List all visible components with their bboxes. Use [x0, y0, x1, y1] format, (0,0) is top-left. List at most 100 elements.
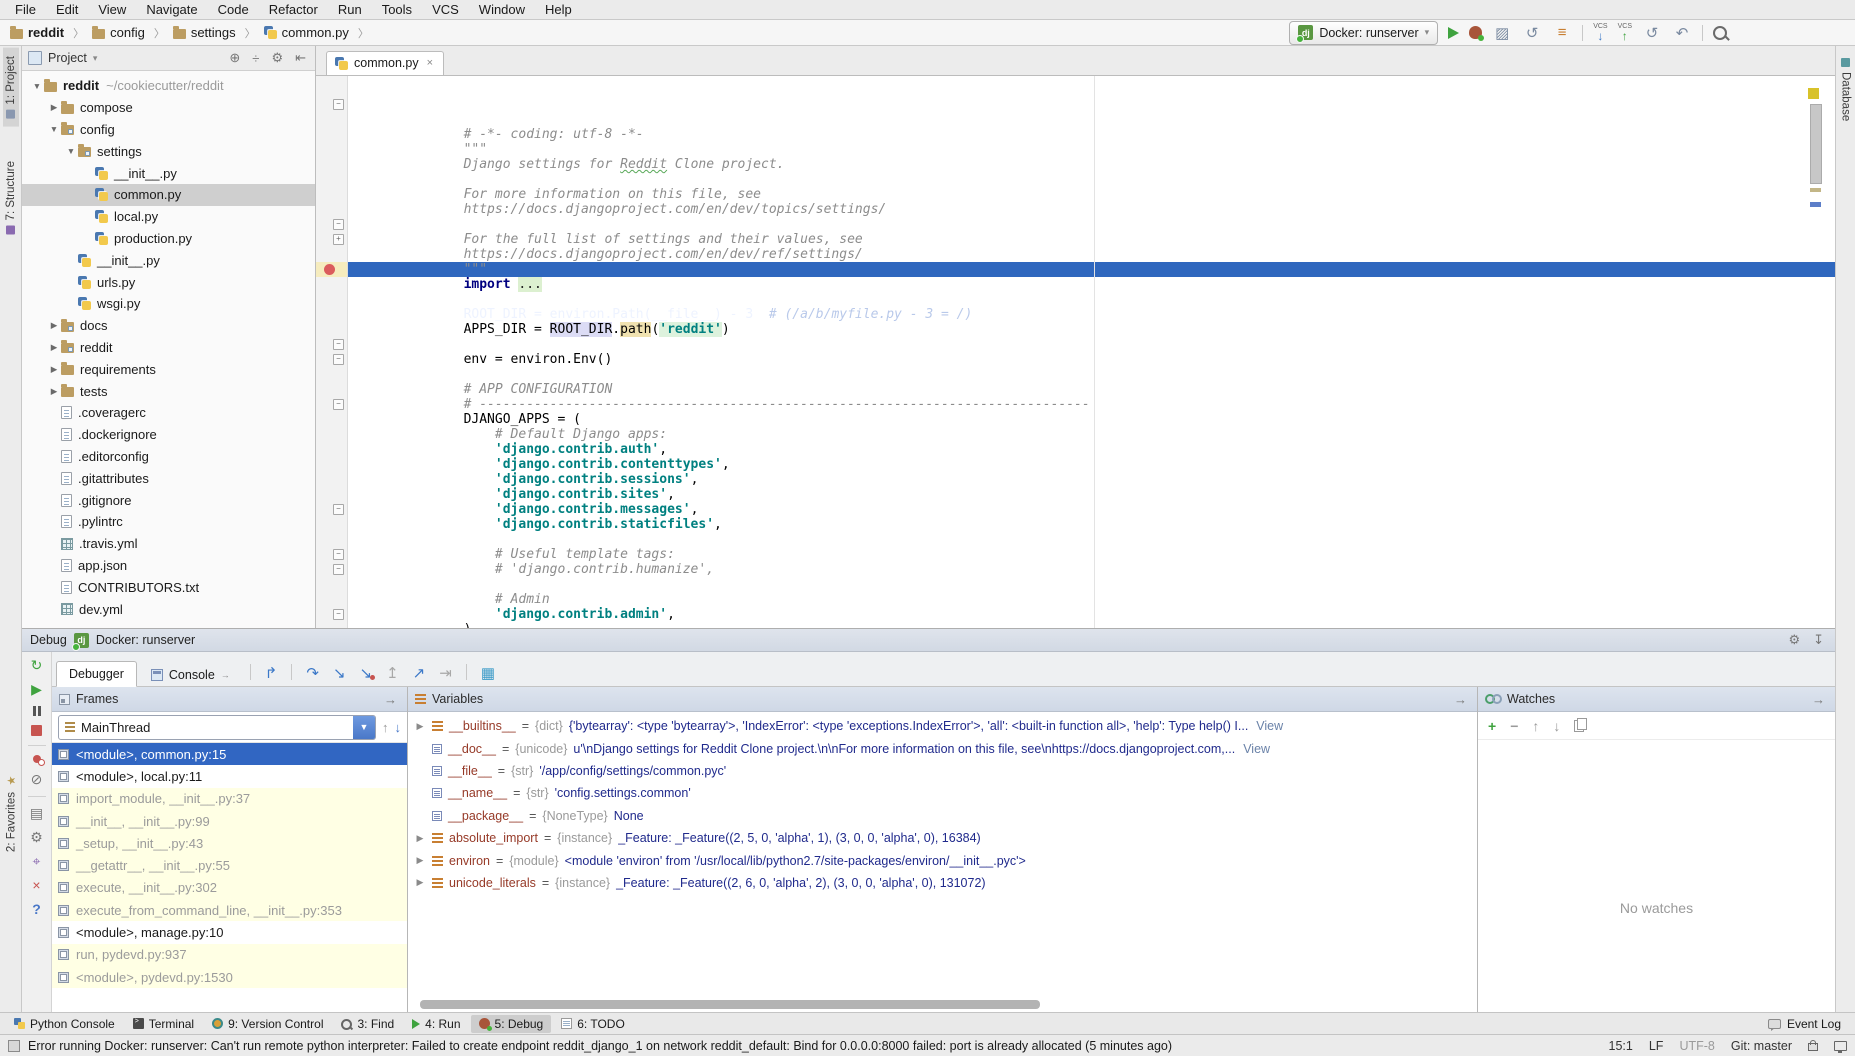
tree-expand-icon[interactable]: ▶	[47, 364, 61, 375]
variable-row[interactable]: ▶ absolute_import = {instance} _Feature:…	[408, 827, 1477, 849]
gutter-row[interactable]	[316, 187, 347, 202]
gutter-row[interactable]	[316, 277, 347, 292]
move-watch-down-button[interactable]: ↓	[1553, 718, 1560, 734]
status-message[interactable]: Error running Docker: runserver: Can't r…	[28, 1039, 1172, 1053]
tree-expand-icon[interactable]: ▼	[64, 146, 78, 156]
breadcrumb-item[interactable]: common.py 〉	[262, 24, 371, 42]
file-encoding[interactable]: UTF-8	[1679, 1039, 1714, 1053]
menu-item[interactable]: Tools	[373, 1, 421, 18]
gutter-row[interactable]	[316, 547, 347, 562]
gutter-row[interactable]	[316, 562, 347, 577]
menu-item[interactable]: Edit	[47, 1, 87, 18]
line-ending-selector[interactable]: LF	[1649, 1039, 1664, 1053]
git-branch-selector[interactable]: Git: master	[1731, 1039, 1792, 1053]
stack-frame-row[interactable]: <module>, manage.py:10	[52, 921, 407, 943]
sidebar-tab-favorites[interactable]: 2: Favorites★	[3, 766, 20, 860]
next-frame-button[interactable]: ↓	[395, 720, 402, 735]
panel-options-icon[interactable]: →	[1451, 692, 1470, 707]
hide-panel-button[interactable]: ⇤	[292, 50, 309, 66]
pin-tab-button[interactable]: ⌖	[33, 854, 41, 869]
view-value-link[interactable]: View	[1243, 742, 1270, 756]
remove-watch-button[interactable]: −	[1510, 718, 1518, 734]
gutter-row[interactable]	[316, 202, 347, 217]
local-history-button[interactable]: ↺	[1642, 24, 1662, 42]
gutter-row[interactable]	[316, 607, 347, 622]
project-tree-item[interactable]: common.py	[22, 184, 315, 206]
expand-arrow-icon[interactable]: ▶	[414, 833, 426, 844]
editor-scrollbar[interactable]	[1810, 104, 1822, 184]
menu-item[interactable]: File	[6, 1, 45, 18]
gutter-row[interactable]	[316, 307, 347, 322]
tree-expand-icon[interactable]: ▶	[47, 102, 61, 113]
view-breakpoints-button[interactable]	[33, 755, 41, 763]
tool-window-button[interactable]: 5: Debug	[471, 1015, 552, 1033]
gutter-row[interactable]	[316, 112, 347, 127]
tree-expand-icon[interactable]: ▶	[47, 342, 61, 353]
project-tree-item[interactable]: .dockerignore	[22, 424, 315, 446]
stack-frame-row[interactable]: __getattr__, __init__.py:55	[52, 854, 407, 876]
gutter-row[interactable]	[316, 82, 347, 97]
chevron-down-icon[interactable]: ▾	[93, 53, 98, 64]
show-execution-point-button[interactable]: ↱	[259, 664, 284, 686]
close-icon[interactable]: ×	[427, 57, 433, 69]
project-tree-item[interactable]: __init__.py	[22, 249, 315, 271]
gutter-row[interactable]	[316, 577, 347, 592]
gutter-row[interactable]	[316, 487, 347, 502]
error-stripe-current-line-mark[interactable]	[1810, 202, 1821, 207]
project-tree-item[interactable]: CONTRIBUTORS.txt	[22, 576, 315, 598]
project-tree-item[interactable]: __init__.py	[22, 162, 315, 184]
project-tree-item[interactable]: .gitignore	[22, 489, 315, 511]
coverage-button[interactable]: ▨	[1492, 24, 1512, 42]
gutter-row[interactable]	[316, 232, 347, 247]
stack-frame-row[interactable]: <module>, pydevd.py:1530	[52, 966, 407, 988]
menu-item[interactable]: Help	[536, 1, 581, 18]
gear-icon[interactable]: ⚙	[268, 50, 286, 66]
collapse-all-button[interactable]: ÷	[249, 51, 262, 66]
gutter-row[interactable]	[316, 292, 347, 307]
gutter-row[interactable]	[316, 472, 347, 487]
gutter-row[interactable]	[316, 502, 347, 517]
move-watch-up-button[interactable]: ↑	[1532, 718, 1539, 734]
menu-item[interactable]: VCS	[423, 1, 468, 18]
stack-frame-row[interactable]: <module>, common.py:15	[52, 743, 407, 765]
run-configuration-select[interactable]: dj Docker: runserver ▾	[1289, 21, 1438, 45]
gutter-row[interactable]	[316, 427, 347, 442]
gutter-row[interactable]	[316, 322, 347, 337]
project-tree-item[interactable]: local.py	[22, 206, 315, 228]
sidebar-tab-database[interactable]: Database	[1838, 50, 1854, 129]
gutter-row[interactable]	[316, 592, 347, 607]
project-tree-item[interactable]: .travis.yml	[22, 533, 315, 555]
event-log-button[interactable]: Event Log	[1768, 1017, 1849, 1031]
tool-window-button[interactable]: Python Console	[6, 1015, 123, 1033]
profiler-button[interactable]: ↺	[1522, 24, 1542, 42]
gutter-row[interactable]	[316, 127, 347, 142]
pause-button[interactable]	[33, 706, 41, 716]
tool-window-button[interactable]: 3: Find	[333, 1015, 402, 1033]
tool-window-button[interactable]: 9: Version Control	[204, 1015, 331, 1033]
smart-step-into-button[interactable]: ⇥	[433, 664, 458, 686]
sidebar-tab-structure[interactable]: 7: Structure	[3, 153, 19, 242]
gutter-row[interactable]	[316, 367, 347, 382]
tab-console[interactable]: Console→	[139, 663, 242, 687]
horizontal-scrollbar[interactable]	[420, 1000, 1040, 1009]
tree-expand-icon[interactable]: ▶	[47, 386, 61, 397]
variable-row[interactable]: ▶ __builtins__ = {dict} {'bytearray': <t…	[408, 715, 1477, 737]
menu-item[interactable]: Window	[470, 1, 534, 18]
mute-breakpoints-button[interactable]: ⊘	[31, 772, 43, 787]
search-everywhere-icon[interactable]	[1713, 26, 1727, 40]
gutter-row[interactable]	[316, 397, 347, 412]
tree-expand-icon[interactable]: ▼	[30, 81, 44, 91]
step-out-button[interactable]: ↥	[380, 664, 405, 686]
run-button[interactable]	[1448, 27, 1459, 39]
gutter-row[interactable]	[316, 97, 347, 112]
project-tree-item[interactable]: ▼ settings	[22, 140, 315, 162]
variable-row[interactable]: ▶ unicode_literals = {instance} _Feature…	[408, 872, 1477, 894]
tab-debugger[interactable]: Debugger	[56, 661, 137, 687]
close-icon[interactable]: ×	[32, 878, 40, 893]
variable-row[interactable]: __package__ = {NoneType} None	[408, 805, 1477, 827]
project-tree-item[interactable]: ▶ docs	[22, 315, 315, 337]
project-tree-item[interactable]: urls.py	[22, 271, 315, 293]
gutter-row[interactable]	[316, 142, 347, 157]
gutter-row[interactable]	[316, 382, 347, 397]
expand-arrow-icon[interactable]: ▶	[414, 721, 426, 732]
